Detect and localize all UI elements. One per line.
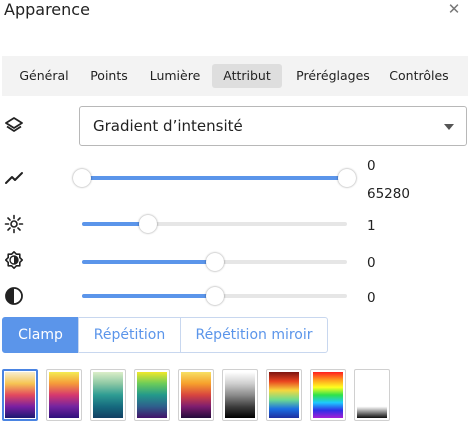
title-bar: Apparence ✕ [0, 0, 470, 26]
grayscale-colormap[interactable] [222, 369, 258, 421]
tab-bar: Général Points Lumière Attribut Prérégla… [2, 56, 468, 96]
tab-general[interactable]: Général [12, 64, 76, 88]
range-slider-max-thumb[interactable] [338, 169, 356, 187]
teal-colormap[interactable] [90, 369, 126, 421]
white-black-colormap[interactable] [354, 369, 390, 421]
colormap-swatches [2, 369, 468, 423]
clamp-button[interactable]: Clamp [2, 317, 79, 353]
chevron-down-icon [444, 124, 454, 130]
range-slider[interactable] [73, 168, 356, 188]
contrast-half-icon [4, 286, 24, 306]
rainbow-colormap-gradient [313, 372, 343, 418]
sunset-colormap-gradient [49, 372, 79, 418]
contrast-gear-icon [4, 250, 24, 270]
teal-colormap-gradient [93, 372, 123, 418]
wrap-mode-group: Clamp Répétition Répétition miroir [2, 317, 328, 353]
warm-colormap-gradient [5, 372, 35, 418]
close-icon[interactable]: ✕ [446, 0, 462, 18]
inferno-colormap-gradient [181, 372, 211, 418]
panel-title: Apparence [4, 0, 90, 19]
brightness-slider-thumb[interactable] [139, 215, 158, 233]
warm-colormap[interactable] [2, 369, 38, 421]
layers-icon [4, 116, 24, 136]
grayscale-colormap-gradient [225, 372, 255, 418]
brightness-icon [4, 214, 24, 234]
mirror-repetition-button[interactable]: Répétition miroir [180, 317, 328, 353]
white-black-colormap-gradient [357, 372, 387, 418]
range-min-value: 0 [367, 158, 376, 174]
trend-line-icon [4, 168, 24, 188]
jet-colormap-gradient [269, 372, 299, 418]
jet-colormap[interactable] [266, 369, 302, 421]
sunset-colormap[interactable] [46, 369, 82, 421]
attribute-select-value: Gradient d’intensité [93, 117, 243, 135]
rainbow-colormap[interactable] [310, 369, 346, 421]
tab-prereglages[interactable]: Préréglages [288, 64, 378, 88]
gamma-slider-fill [82, 260, 215, 264]
range-slider-min-thumb[interactable] [73, 169, 91, 187]
brightness-slider[interactable] [82, 214, 347, 234]
range-slider-fill [82, 176, 347, 180]
gamma-value: 0 [367, 255, 376, 271]
contrast-slider[interactable] [82, 286, 347, 306]
brightness-value: 1 [367, 218, 376, 234]
viridis-colormap-gradient [137, 372, 167, 418]
contrast-slider-fill [82, 294, 215, 298]
tab-attribut[interactable]: Attribut [212, 64, 282, 88]
contrast-slider-thumb[interactable] [205, 287, 224, 305]
range-max-value: 65280 [367, 186, 410, 202]
tab-points[interactable]: Points [82, 64, 136, 88]
tab-controles[interactable]: Contrôles [384, 64, 454, 88]
contrast-value: 0 [367, 290, 376, 306]
tab-lumiere[interactable]: Lumière [144, 64, 206, 88]
attribute-select[interactable]: Gradient d’intensité [79, 106, 467, 146]
gamma-slider[interactable] [82, 252, 347, 272]
repetition-button[interactable]: Répétition [78, 317, 181, 353]
inferno-colormap[interactable] [178, 369, 214, 421]
viridis-colormap[interactable] [134, 369, 170, 421]
gamma-slider-thumb[interactable] [205, 253, 224, 271]
